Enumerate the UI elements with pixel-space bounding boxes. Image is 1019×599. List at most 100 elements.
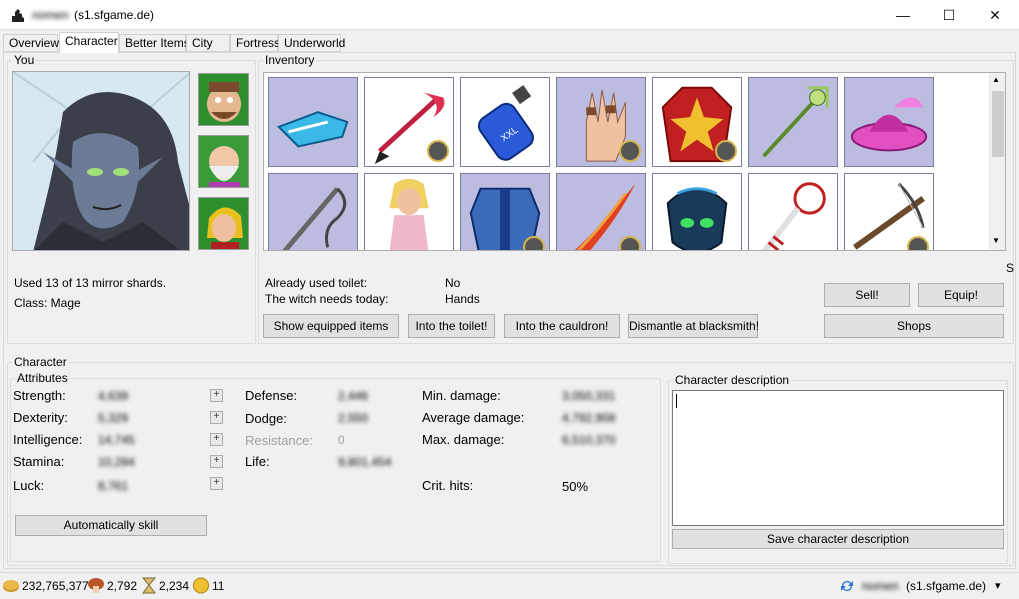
server-name[interactable]: (s1.sfgame.de) xyxy=(906,579,986,593)
strength-plus-button[interactable]: + xyxy=(210,389,223,402)
dodge-label: Dodge: xyxy=(245,411,287,426)
tab-overview[interactable]: Overview xyxy=(3,34,59,52)
mirror-shards-text: Used 13 of 13 mirror shards. xyxy=(14,276,167,290)
inventory-scrollbar[interactable]: ▲ ▼ xyxy=(989,73,1005,250)
scroll-up-icon[interactable]: ▲ xyxy=(992,75,1000,84)
shops-button[interactable]: Shops xyxy=(824,314,1004,338)
crit-hits-value: 50% xyxy=(562,479,589,494)
character-description-input[interactable] xyxy=(672,390,1004,526)
show-equipped-button[interactable]: Show equipped items xyxy=(263,314,399,338)
server-dropdown-icon[interactable]: ▾ xyxy=(995,579,1001,592)
gem-socket-icon xyxy=(619,236,641,250)
tab-better-items[interactable]: Better Items xyxy=(119,34,190,52)
xxl-potion-icon: XXL xyxy=(477,85,534,161)
equip-button[interactable]: Equip! xyxy=(918,283,1004,307)
gold-value: 232,765,377 xyxy=(22,579,89,593)
clown-key-icon xyxy=(761,182,826,250)
dark-mask-icon xyxy=(666,187,728,250)
close-button[interactable]: ✕ xyxy=(972,0,1018,30)
coin-value: 11 xyxy=(212,579,225,593)
intelligence-plus-button[interactable]: + xyxy=(210,433,223,446)
toilet-value: No xyxy=(445,276,461,290)
inventory-slot[interactable] xyxy=(652,173,742,250)
defense-value: 2,446 xyxy=(338,389,369,403)
gem-socket-icon xyxy=(907,236,929,250)
blue-sandals-icon xyxy=(277,111,349,148)
inventory-slot[interactable] xyxy=(748,77,838,167)
refresh-icon[interactable] xyxy=(839,578,855,594)
witch-label: The witch needs today: xyxy=(265,292,389,306)
luck-plus-button[interactable]: + xyxy=(210,477,223,490)
companion-portrait-scout[interactable] xyxy=(198,197,249,250)
companion-portrait-warrior[interactable] xyxy=(198,73,249,126)
you-group-title: You xyxy=(12,53,37,67)
class-text: Class: Mage xyxy=(14,296,81,310)
stamina-value: 10,284 xyxy=(98,455,135,469)
stamina-plus-button[interactable]: + xyxy=(210,455,223,468)
gem-socket-icon xyxy=(715,140,737,162)
cauldron-button[interactable]: Into the cauldron! xyxy=(504,314,620,338)
save-description-button[interactable]: Save character description xyxy=(672,529,1004,549)
intelligence-label: Intelligence: xyxy=(13,432,83,447)
strength-label: Strength: xyxy=(13,388,66,403)
inventory-slot[interactable] xyxy=(460,173,550,250)
server-account-name: nomen xyxy=(862,579,899,593)
sell-button[interactable]: Sell! xyxy=(824,283,910,307)
toilet-button[interactable]: Into the toilet! xyxy=(408,314,495,338)
inventory-slot[interactable] xyxy=(556,173,646,250)
tab-underworld[interactable]: Underworld xyxy=(278,34,345,52)
inventory-slot[interactable] xyxy=(364,77,454,167)
text-caret xyxy=(676,394,677,408)
character-group-title: Character xyxy=(12,355,69,369)
window-title: (s1.sfgame.de) xyxy=(74,8,155,22)
tab-city[interactable]: City xyxy=(186,34,230,52)
inventory-group-title: Inventory xyxy=(263,53,317,67)
character-portrait xyxy=(12,71,190,251)
coin-icon xyxy=(193,577,209,594)
dismantle-button[interactable]: Dismantle at blacksmith! xyxy=(628,314,759,338)
defense-label: Defense: xyxy=(245,388,298,403)
crit-hits-label: Crit. hits: xyxy=(422,478,474,493)
hook-weapon-icon xyxy=(282,187,347,250)
maximize-button[interactable]: ☐ xyxy=(926,0,972,30)
inventory-slot[interactable]: XXL xyxy=(460,77,550,167)
tab-character[interactable]: Character xyxy=(59,32,119,53)
inventory-slot[interactable] xyxy=(652,77,742,167)
dexterity-label: Dexterity: xyxy=(13,410,68,425)
inventory-slot[interactable] xyxy=(844,77,934,167)
dexterity-plus-button[interactable]: + xyxy=(210,411,223,424)
blonde-girl-icon xyxy=(389,178,429,250)
inventory-slot[interactable] xyxy=(364,173,454,250)
intelligence-value: 14,745 xyxy=(98,433,135,447)
min-damage-value: 3,050,331 xyxy=(562,389,616,403)
hourglass-icon xyxy=(141,577,157,594)
scroll-down-icon[interactable]: ▼ xyxy=(992,236,1000,245)
auto-skill-button[interactable]: Automatically skill xyxy=(15,515,207,536)
dodge-value: 2,550 xyxy=(338,411,369,425)
max-damage-value: 6,510,370 xyxy=(562,433,616,447)
inventory-slot[interactable] xyxy=(748,173,838,250)
inventory-slot[interactable] xyxy=(268,173,358,250)
companion-portrait-mage[interactable] xyxy=(198,135,249,188)
life-value: 9,801,454 xyxy=(338,455,392,469)
inventory-slot[interactable] xyxy=(268,77,358,167)
avg-damage-value: 4,792,908 xyxy=(562,411,616,425)
witch-value: Hands xyxy=(445,292,480,306)
tab-fortress[interactable]: Fortress xyxy=(230,34,280,52)
attributes-group-title: Attributes xyxy=(15,371,70,385)
life-label: Life: xyxy=(245,454,270,469)
scroll-thumb[interactable] xyxy=(992,91,1004,157)
resistance-label: Resistance: xyxy=(245,433,313,448)
inventory-slot[interactable] xyxy=(844,173,934,250)
stamina-label: Stamina: xyxy=(13,454,65,469)
gem-socket-icon xyxy=(427,140,449,162)
inventory-slot[interactable] xyxy=(556,77,646,167)
pink-hat-icon xyxy=(850,97,928,152)
resistance-value: 0 xyxy=(338,433,345,447)
minimize-button[interactable]: — xyxy=(880,0,926,30)
min-damage-label: Min. damage: xyxy=(422,388,501,403)
green-staff-icon xyxy=(762,86,829,158)
app-icon xyxy=(12,9,24,22)
title-account-name: nomen xyxy=(32,8,69,22)
inventory-truncated-label: S xyxy=(1006,261,1015,275)
